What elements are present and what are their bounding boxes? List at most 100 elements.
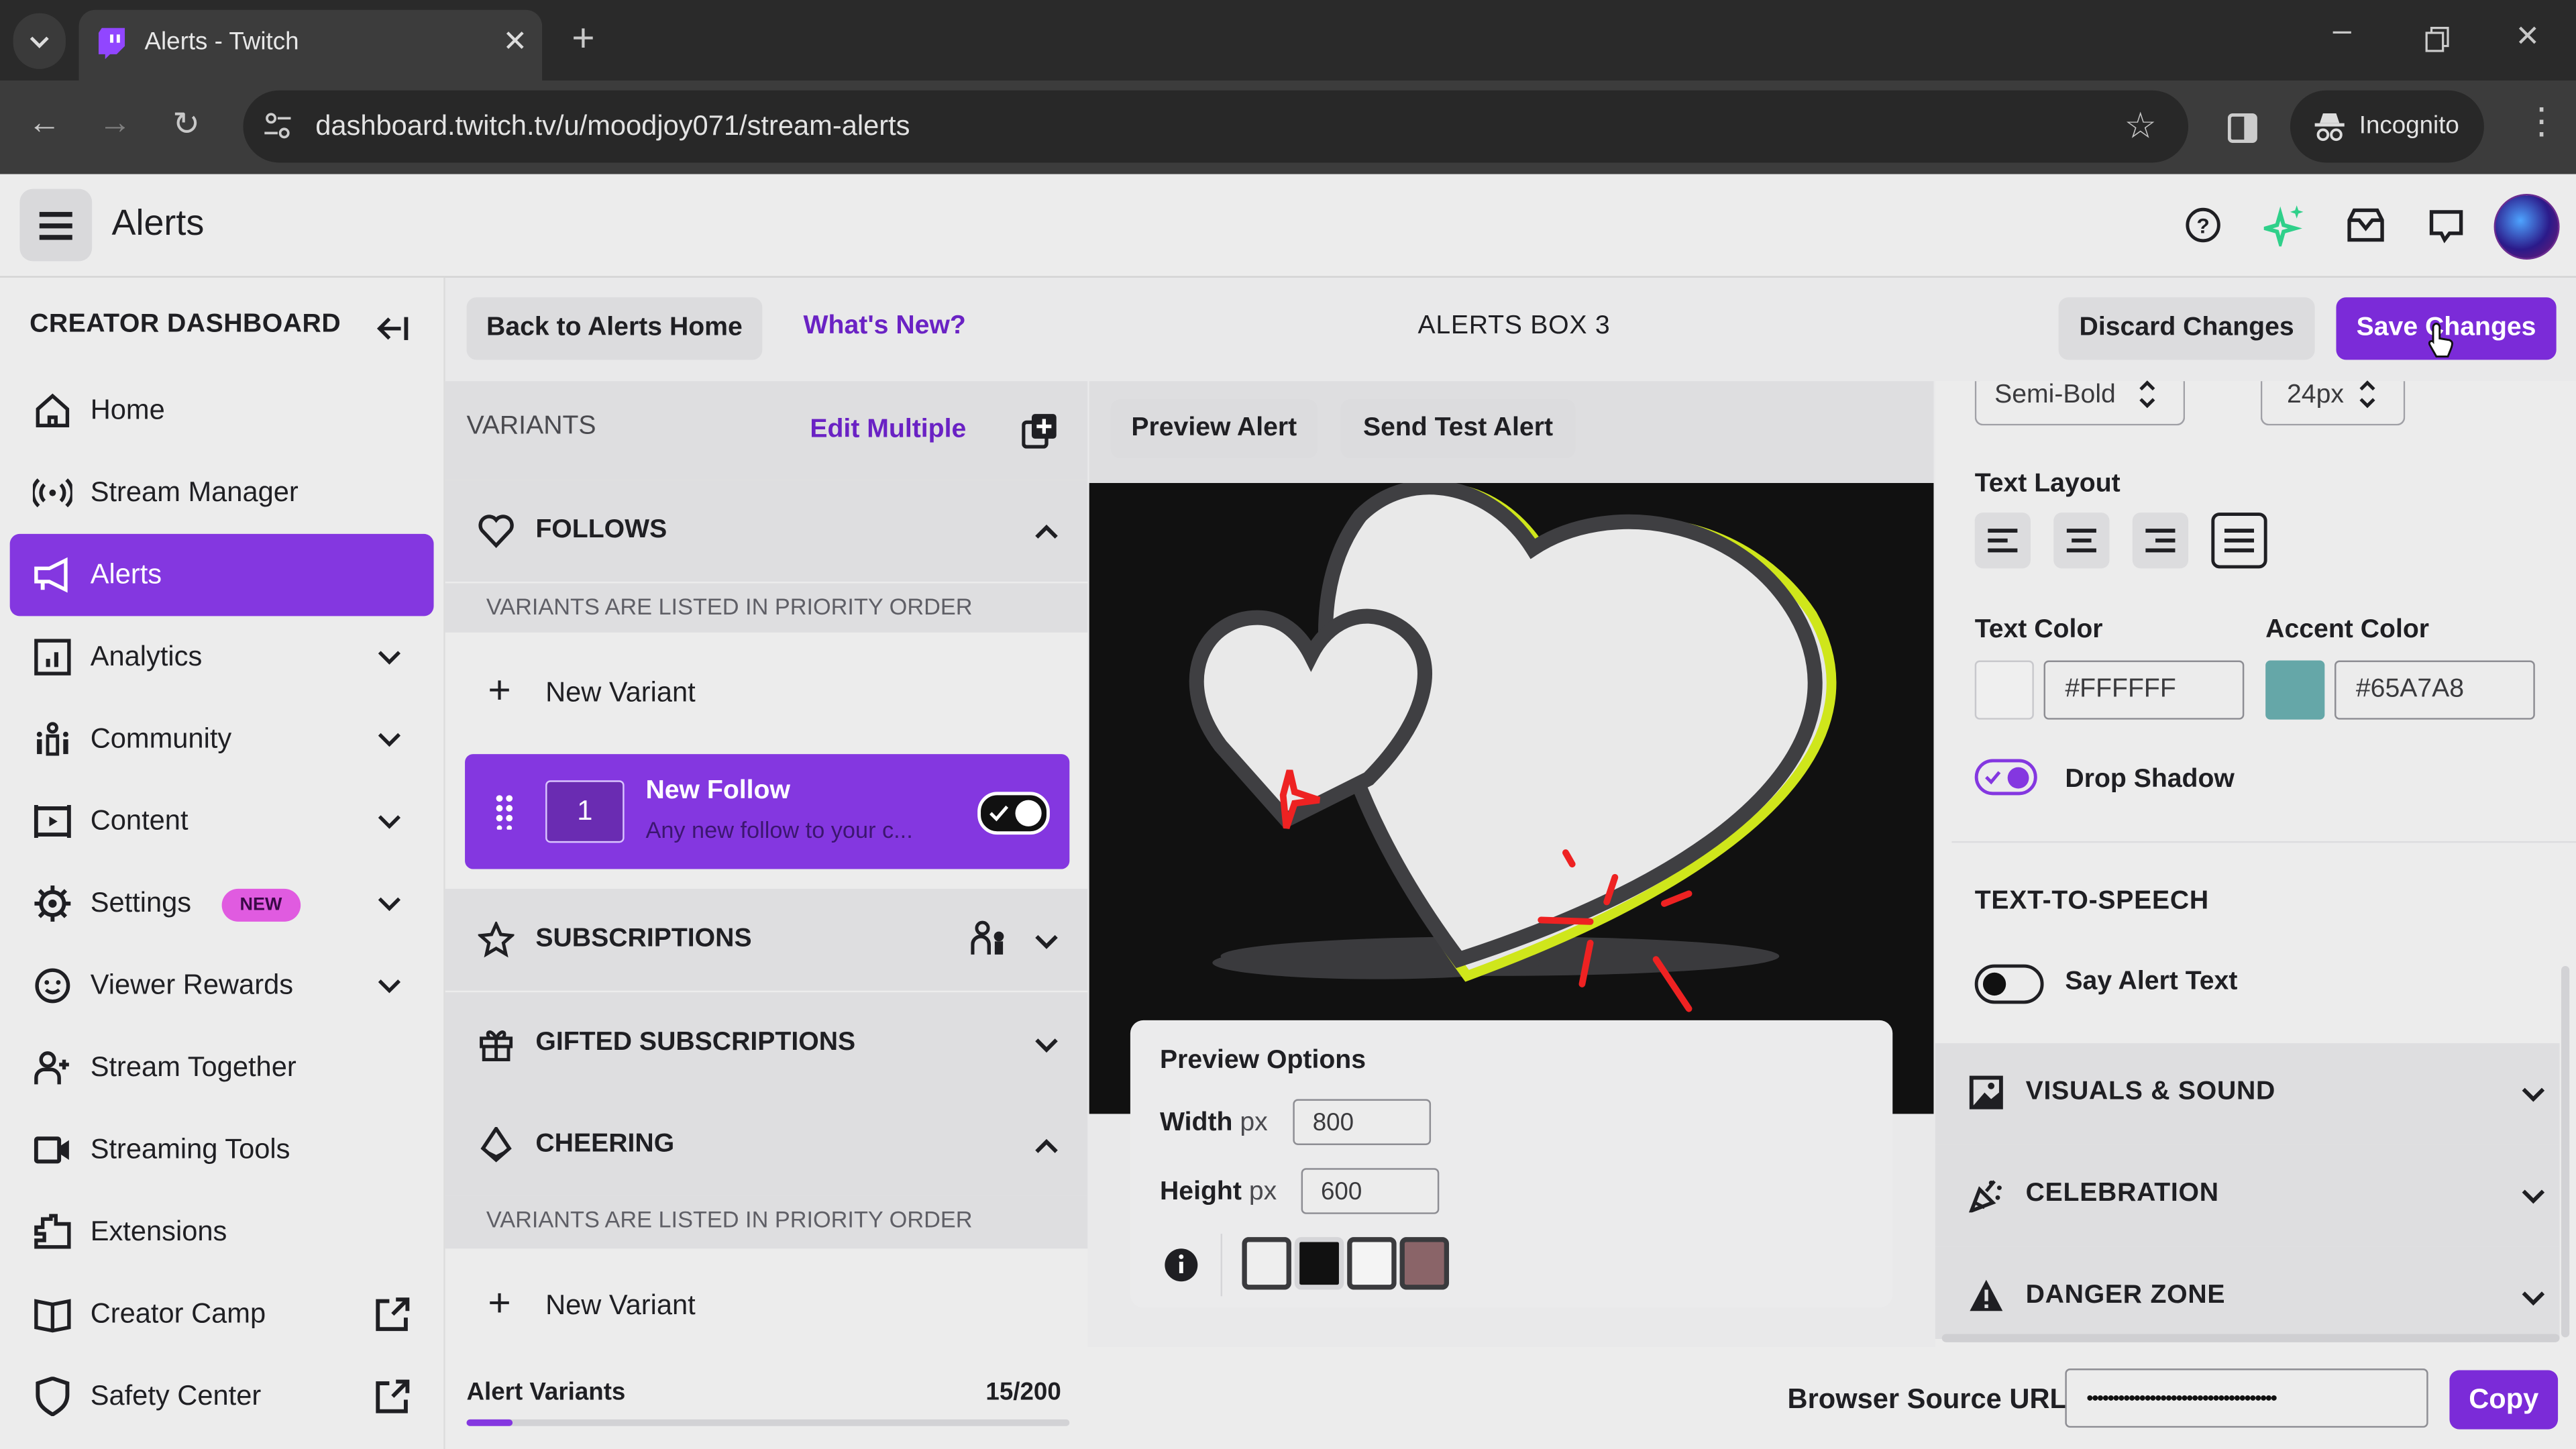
bookmark-star-icon[interactable]: ☆ [2125,105,2157,148]
reload-icon[interactable]: ↻ [172,103,200,144]
priority-note-text: VARIANTS ARE LISTED IN PRIORITY ORDER [486,1205,973,1232]
preview-alert-button[interactable]: Preview Alert [1110,399,1318,459]
background-swatch[interactable] [1399,1237,1450,1290]
priority-note: VARIANTS ARE LISTED IN PRIORITY ORDER [445,583,1088,633]
sidebar-item-viewer-rewards[interactable]: Viewer Rewards [10,945,434,1026]
section-danger-zone[interactable]: DANGER ZONE [1935,1246,2560,1339]
sidebar-item-content[interactable]: Content [10,780,434,862]
font-size-select[interactable]: 24px [2260,380,2406,426]
sidebar-item-label: Stream Manager [90,476,299,508]
new-variant-button[interactable]: + New Variant [445,1254,1088,1359]
alert-variants-label: Alert Variants [466,1378,626,1407]
category-follows[interactable]: FOLLOWS [445,480,1088,582]
incognito-indicator[interactable]: Incognito [2290,90,2484,163]
variant-card-new-follow[interactable]: 1 New Follow Any new follow to your c... [465,754,1070,869]
accent-color-swatch[interactable] [2265,660,2325,720]
font-weight-select[interactable]: Semi-Bold [1974,380,2186,426]
edit-multiple-link[interactable]: Edit Multiple [810,416,966,445]
help-icon[interactable]: ? [2185,207,2221,244]
category-subscriptions[interactable]: SUBSCRIPTIONS [445,888,1088,991]
height-input[interactable]: 600 [1301,1168,1440,1214]
sidebar-item-label: Stream Together [90,1051,297,1083]
copy-button[interactable]: Copy [2449,1370,2559,1430]
user-avatar[interactable] [2493,193,2560,260]
add-copy-icon[interactable] [1022,413,1058,449]
background-swatch[interactable] [1347,1237,1397,1290]
sidebar-item-extensions[interactable]: Extensions [10,1191,434,1273]
text-color-swatch[interactable] [1974,660,2034,720]
align-center-button[interactable] [2053,513,2110,569]
align-right-button[interactable] [2132,513,2189,569]
back-to-alerts-home-button[interactable]: Back to Alerts Home [466,297,763,360]
drop-shadow-toggle[interactable] [1974,759,2037,796]
warning-icon [1970,1279,2003,1311]
background-swatch[interactable] [1294,1237,1344,1290]
alert-variants-progress [466,1419,1070,1426]
sidebar-item-alerts[interactable]: Alerts [9,533,434,616]
close-window-icon[interactable]: ✕ [2515,19,2540,54]
sidebar-item-stream-manager[interactable]: Stream Manager [10,451,434,533]
updown-chevron-icon [2359,380,2375,409]
say-alert-text-label: Say Alert Text [2065,967,2238,996]
variant-title: New Follow [645,777,790,806]
sidebar-item-label: Creator Camp [90,1297,266,1330]
back-icon[interactable]: ← [28,105,61,143]
forward-icon[interactable]: → [99,105,131,143]
browser-tab[interactable]: Alerts - Twitch ✕ [78,9,543,81]
sidebar-item-creator-camp[interactable]: Creator Camp [10,1273,434,1355]
settings-panel: Semi-Bold 24px Text Layout Text Color #F… [1935,380,2576,1348]
height-label-text: Height [1159,1177,1242,1206]
section-celebration[interactable]: CELEBRATION [1935,1144,2560,1247]
align-justify-button[interactable] [2211,513,2267,569]
home-icon [36,393,70,427]
party-popper-icon [1968,1180,2002,1213]
background-swatch[interactable] [1242,1237,1291,1290]
section-label: DANGER ZONE [2025,1281,2226,1309]
category-label: CHEERING [535,1130,675,1159]
sidebar-item-streaming-tools[interactable]: Streaming Tools [10,1109,434,1191]
sidebar-item-home[interactable]: Home [10,370,434,451]
whats-new-link[interactable]: What's New? [804,312,966,341]
close-tab-icon[interactable]: ✕ [502,25,527,59]
category-cheering[interactable]: CHEERING [445,1094,1088,1196]
whispers-icon[interactable] [2428,209,2465,245]
accent-color-input[interactable]: #65A7A8 [2334,660,2535,720]
sparkle-icon[interactable] [2263,204,2307,247]
variant-enabled-toggle[interactable] [977,792,1050,835]
drag-handle-icon[interactable] [494,794,514,830]
info-icon[interactable] [1163,1247,1199,1283]
browser-source-url-input[interactable]: •••••••••••••••••••••••••••••••••••• [2065,1368,2428,1428]
sidebar-item-settings[interactable]: Settings NEW [10,863,434,945]
side-panel-icon[interactable] [2227,113,2257,144]
sidebar-item-safety-center[interactable]: Safety Center [10,1355,434,1437]
collapse-sidebar-icon[interactable] [374,314,411,343]
align-right-icon [2145,529,2176,553]
restore-icon[interactable] [2425,26,2451,52]
inbox-icon[interactable] [2346,207,2385,244]
width-input[interactable]: 800 [1293,1099,1432,1145]
minimize-icon[interactable]: – [2333,13,2351,51]
width-label: Width px [1160,1109,1268,1138]
sidebar-item-stream-together[interactable]: Stream Together [10,1027,434,1109]
browser-menu-icon[interactable]: ⋮ [2524,100,2560,143]
sidebar-item-analytics[interactable]: Analytics [10,616,434,698]
new-variant-button[interactable]: + New Variant [445,641,1088,746]
text-color-input[interactable]: #FFFFFF [2043,660,2245,720]
section-visuals-sound[interactable]: VISUALS & SOUND [1935,1043,2560,1145]
chevron-down-icon [378,815,401,829]
new-tab-icon[interactable]: + [572,16,594,62]
image-icon [1969,1075,2003,1110]
settings-scrollbar[interactable] [2561,966,2570,1338]
category-gifted-subscriptions[interactable]: GIFTED SUBSCRIPTIONS [445,992,1088,1095]
sidebar-item-label: Content [90,805,189,837]
sidebar-item-community[interactable]: Community [10,698,434,780]
new-badge: NEW [221,888,301,922]
tab-search-button[interactable] [13,13,66,69]
align-left-button[interactable] [1974,513,2031,569]
discard-changes-button[interactable]: Discard Changes [2058,297,2315,360]
menu-button[interactable] [19,189,93,262]
say-alert-text-toggle[interactable] [1974,964,2044,1004]
address-bar[interactable]: dashboard.twitch.tv/u/moodjoy071/stream-… [243,90,2189,163]
horizontal-scrollbar[interactable] [1941,1334,2560,1342]
send-test-alert-button[interactable]: Send Test Alert [1340,399,1576,459]
